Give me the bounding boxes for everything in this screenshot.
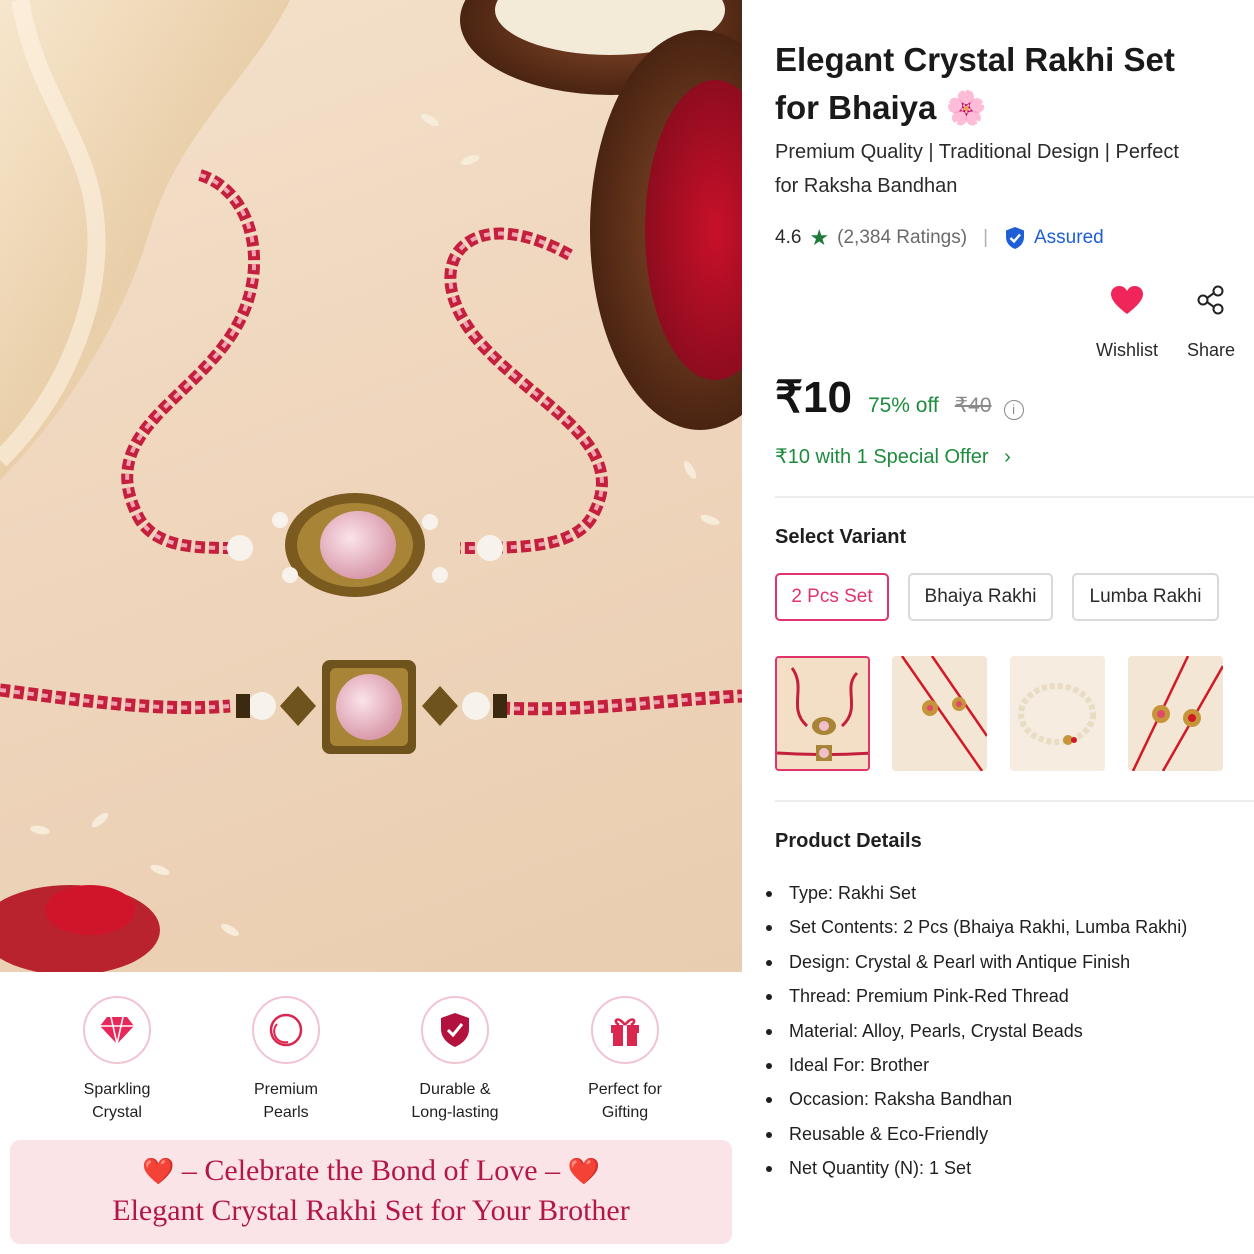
banner-line-1: ❤️ – Celebrate the Bond of Love – ❤️ bbox=[10, 1154, 732, 1188]
promo-banner: ❤️ – Celebrate the Bond of Love – ❤️ Ele… bbox=[10, 1140, 732, 1244]
heart-icon: ❤️ bbox=[567, 1157, 600, 1186]
feature-durable: Durable & Long-lasting bbox=[380, 996, 530, 1124]
chevron-right-icon: › bbox=[1004, 446, 1011, 468]
feature-highlights: Sparkling Crystal Premium Pearls Durable… bbox=[0, 972, 742, 1137]
rating-score: 4.6 bbox=[775, 227, 802, 248]
detail-item: Thread: Premium Pink-Red Thread bbox=[766, 979, 1245, 1013]
product-info-panel: Elegant Crystal Rakhi Set for Bhaiya 🌸 P… bbox=[742, 0, 1254, 1254]
feature-label: Premium Pearls bbox=[253, 1081, 318, 1121]
detail-item: Type: Rakhi Set bbox=[766, 876, 1245, 910]
detail-item: Set Contents: 2 Pcs (Bhaiya Rakhi, Lumba… bbox=[766, 910, 1245, 944]
shield-icon bbox=[421, 996, 489, 1064]
variant-bhaiya-rakhi[interactable]: Bhaiya Rakhi bbox=[908, 573, 1053, 621]
divider bbox=[775, 496, 1254, 498]
feature-premium-pearls: Premium Pearls bbox=[211, 996, 361, 1124]
assured-label: Assured bbox=[1034, 227, 1104, 248]
product-image bbox=[0, 0, 742, 972]
detail-item: Design: Crystal & Pearl with Antique Fin… bbox=[766, 945, 1245, 979]
thumbnail-2[interactable] bbox=[892, 656, 987, 771]
thumbnail-4[interactable] bbox=[1128, 656, 1223, 771]
diamond-icon bbox=[83, 996, 151, 1064]
product-photo bbox=[0, 0, 742, 972]
share-icon bbox=[1182, 282, 1240, 318]
detail-item: Material: Alloy, Pearls, Crystal Beads bbox=[766, 1014, 1245, 1048]
detail-item: Net Quantity (N): 1 Set bbox=[766, 1151, 1245, 1185]
feature-sparkling-crystal: Sparkling Crystal bbox=[42, 996, 192, 1124]
detail-item: Reusable & Eco-Friendly bbox=[766, 1117, 1245, 1151]
rating-row: 4.6 ★ (2,384 Ratings) | Assured bbox=[775, 224, 1104, 252]
divider bbox=[775, 800, 1254, 802]
wishlist-label: Wishlist bbox=[1096, 340, 1158, 360]
heart-icon: ❤️ bbox=[142, 1157, 175, 1186]
price: ₹10 bbox=[775, 373, 852, 422]
star-icon: ★ bbox=[809, 225, 830, 250]
share-button[interactable]: Share bbox=[1182, 282, 1240, 361]
discount: 75% off bbox=[867, 394, 939, 417]
banner-line-2: Elegant Crystal Rakhi Set for Your Broth… bbox=[112, 1194, 630, 1227]
details-section-title: Product Details bbox=[775, 830, 922, 852]
info-icon[interactable]: i bbox=[1003, 399, 1024, 420]
detail-item: Ideal For: Brother bbox=[766, 1048, 1245, 1082]
special-offer-link[interactable]: ₹10 with 1 Special Offer › bbox=[775, 444, 1011, 469]
detail-item: Occasion: Raksha Bandhan bbox=[766, 1082, 1245, 1116]
product-details-list: Type: Rakhi Set Set Contents: 2 Pcs (Bha… bbox=[766, 876, 1245, 1186]
separator: | bbox=[983, 227, 988, 248]
feature-gifting: Perfect for Gifting bbox=[550, 996, 700, 1124]
product-subtitle: Premium Quality | Traditional Design | P… bbox=[775, 141, 1179, 197]
variant-lumba-rakhi[interactable]: Lumba Rakhi bbox=[1072, 573, 1219, 621]
pearl-icon bbox=[252, 996, 320, 1064]
feature-label: Durable & Long-lasting bbox=[411, 1081, 499, 1121]
banner-tagline: – Celebrate the Bond of Love – bbox=[181, 1154, 561, 1187]
thumbnail-3[interactable] bbox=[1010, 656, 1105, 771]
assured-badge-icon bbox=[1006, 227, 1024, 249]
feature-label: Perfect for Gifting bbox=[588, 1081, 662, 1121]
gift-icon bbox=[591, 996, 659, 1064]
rating-count[interactable]: (2,384 Ratings) bbox=[837, 227, 967, 249]
variant-2-pcs-set[interactable]: 2 Pcs Set bbox=[775, 573, 889, 621]
mrp: ₹40 bbox=[954, 394, 992, 417]
flower-icon: 🌸 bbox=[945, 89, 987, 126]
feature-label: Sparkling Crystal bbox=[83, 1081, 151, 1121]
thumbnail-1[interactable] bbox=[775, 656, 870, 771]
variant-section-title: Select Variant bbox=[775, 526, 907, 548]
price-row: ₹10 75% off ₹40 i bbox=[775, 372, 1024, 423]
share-label: Share bbox=[1186, 340, 1236, 360]
offer-text: ₹10 with 1 Special Offer bbox=[775, 446, 989, 468]
wishlist-button[interactable]: Wishlist bbox=[1090, 282, 1164, 361]
heart-icon bbox=[1090, 282, 1164, 318]
product-title: Elegant Crystal Rakhi Set for Bhaiya 🌸 bbox=[775, 36, 1215, 132]
